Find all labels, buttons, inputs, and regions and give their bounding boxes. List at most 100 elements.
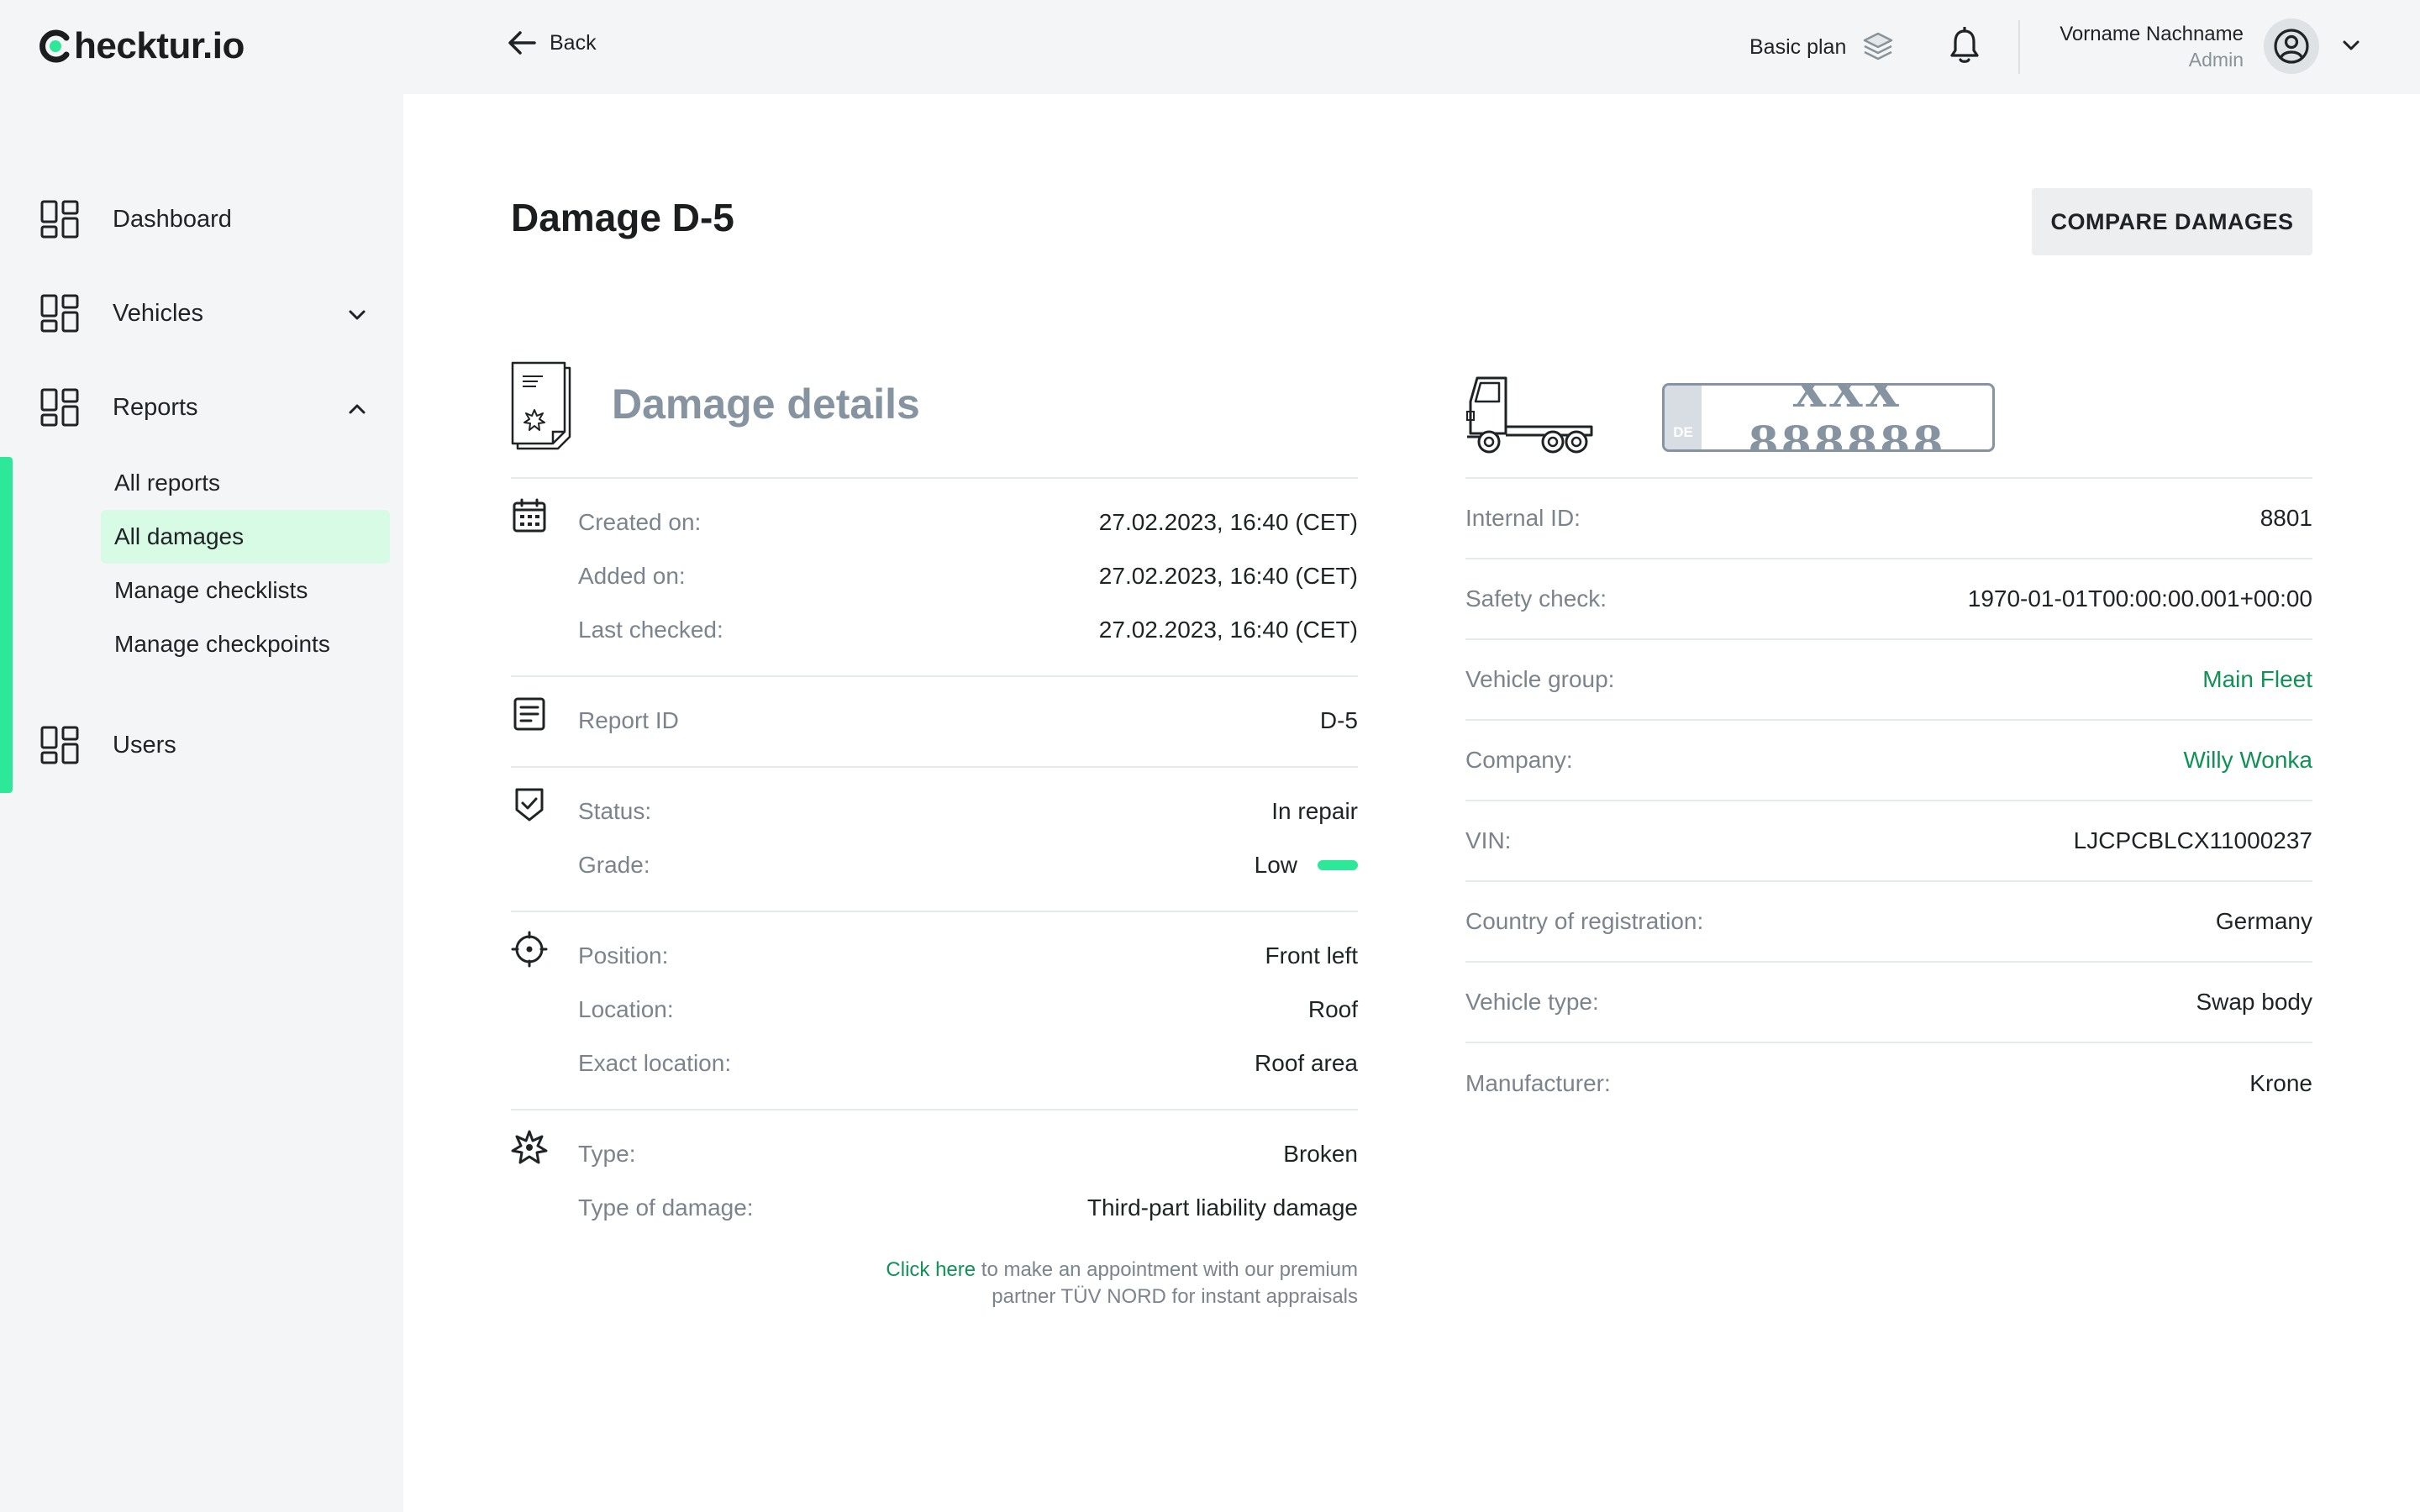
vehicles-expand-toggle[interactable] — [346, 304, 368, 326]
damage-type-value: Third-part liability damage — [1086, 1194, 1358, 1221]
country-value: Germany — [2215, 908, 2312, 934]
internal-id-row: Internal ID: 8801 — [1465, 479, 2312, 559]
report-id-row: Report ID D-5 — [511, 694, 1358, 748]
logo-text: hecktur.io — [74, 25, 245, 66]
grade-label: Grade: — [578, 852, 650, 878]
added-on-label: Added on: — [578, 563, 686, 589]
status-value: In repair — [1271, 798, 1358, 824]
sidebar-subitem-label: All damages — [114, 523, 245, 549]
top-bar: hecktur.io Back Basic plan Vorname Nachn… — [0, 0, 2420, 94]
last-checked-row: Last checked: 27.02.2023, 16:40 (CET) — [511, 603, 1358, 657]
position-label: Position: — [578, 942, 669, 969]
appointment-link[interactable]: Click here — [886, 1258, 976, 1281]
user-name: Vorname Nachname — [2060, 23, 2244, 45]
sidebar: Dashboard Vehicles Reports All reports A… — [0, 94, 403, 1512]
added-on-row: Added on: 27.02.2023, 16:40 (CET) — [511, 549, 1358, 603]
created-on-row: Created on: 27.02.2023, 16:40 (CET) — [511, 496, 1358, 549]
vehicle-header: DE XXX 888888 — [1465, 346, 2312, 479]
location-value: Roof — [1307, 996, 1358, 1022]
user-menu-chevron[interactable] — [2341, 35, 2361, 55]
bell-icon — [1950, 26, 1979, 63]
sidebar-subitem-manage-checkpoints[interactable]: Manage checkpoints — [101, 617, 390, 671]
grid-icon — [40, 294, 79, 333]
back-label: Back — [550, 30, 597, 55]
sidebar-item-vehicles[interactable]: Vehicles — [40, 294, 203, 333]
damage-details-header: Damage details — [511, 346, 1358, 479]
sidebar-subitem-all-damages[interactable]: All damages — [101, 510, 390, 564]
plan-indicator[interactable]: Basic plan — [1749, 30, 1895, 64]
sidebar-item-users[interactable]: Users — [40, 726, 176, 764]
shield-check-icon — [515, 788, 544, 822]
sidebar-subitem-label: All reports — [114, 470, 221, 496]
logo-mark-icon — [39, 29, 72, 63]
checktur-logo[interactable]: hecktur.io — [39, 25, 245, 67]
compare-damages-button[interactable]: COMPARE DAMAGES — [2032, 188, 2312, 255]
note-text-line2: partner TÜV NORD for instant appraisals — [992, 1285, 1358, 1308]
sidebar-item-label: Dashboard — [113, 205, 232, 233]
notifications-button[interactable] — [1948, 26, 1981, 66]
chevron-up-icon — [349, 404, 366, 414]
location-row: Location: Roof — [511, 983, 1358, 1037]
manufacturer-label: Manufacturer: — [1465, 1070, 1611, 1096]
damage-burst-icon — [511, 1130, 548, 1164]
created-on-label: Created on: — [578, 509, 702, 535]
sidebar-subitem-manage-checklists[interactable]: Manage checklists — [101, 564, 390, 617]
crosshair-icon — [511, 931, 548, 968]
vehicle-group-label: Vehicle group: — [1465, 666, 1615, 692]
vehicle-type-value: Swap body — [2196, 989, 2312, 1015]
safety-check-label: Safety check: — [1465, 585, 1607, 612]
grade-value-wrap: Low — [1255, 852, 1358, 879]
grade-value: Low — [1254, 852, 1297, 878]
sidebar-subitem-label: Manage checkpoints — [114, 631, 330, 657]
report-group: Report ID D-5 — [511, 677, 1358, 768]
type-group: Type: Broken Type of damage: Third-part … — [511, 1110, 1358, 1329]
main-content: Damage D-5 COMPARE DAMAGES Damage detail… — [403, 94, 2420, 1512]
status-row: Status: In repair — [511, 785, 1358, 838]
country-label: Country of registration: — [1465, 908, 1704, 934]
internal-id-value: 8801 — [2260, 505, 2312, 531]
header-divider — [2018, 20, 2020, 74]
exact-location-label: Exact location: — [578, 1050, 732, 1076]
grade-row: Grade: Low — [511, 838, 1358, 892]
sidebar-subitem-label: Manage checklists — [114, 577, 308, 603]
page-title: Damage D-5 — [511, 196, 734, 239]
layers-icon — [1864, 32, 1893, 60]
type-row: Type: Broken — [511, 1127, 1358, 1181]
user-info[interactable]: Vorname Nachname Admin — [2060, 22, 2244, 72]
user-circle-icon — [2274, 29, 2309, 64]
truck-icon — [1466, 376, 1593, 454]
manufacturer-value: Krone — [2249, 1070, 2312, 1096]
vehicle-type-row: Vehicle type: Swap body — [1465, 963, 2312, 1043]
avatar[interactable] — [2264, 18, 2319, 74]
company-label: Company: — [1465, 747, 1573, 773]
internal-id-label: Internal ID: — [1465, 505, 1581, 531]
exact-location-row: Exact location: Roof area — [511, 1037, 1358, 1090]
position-row: Position: Front left — [511, 929, 1358, 983]
safety-check-value: 1970-01-01T00:00:00.001+00:00 — [1967, 585, 2312, 612]
note-text-line1: to make an appointment with our premium — [976, 1258, 1358, 1281]
plate-country-code: DE — [1665, 386, 1702, 449]
back-button[interactable]: Back — [508, 30, 597, 55]
arrow-left-icon — [508, 31, 536, 55]
status-group: Status: In repair Grade: Low — [511, 768, 1358, 912]
sidebar-item-reports[interactable]: Reports — [40, 388, 198, 427]
country-row: Country of registration: Germany — [1465, 882, 2312, 963]
reports-collapse-toggle[interactable] — [346, 398, 368, 420]
sidebar-item-dashboard[interactable]: Dashboard — [40, 200, 232, 239]
license-plate: DE XXX 888888 — [1662, 383, 1995, 452]
plan-label: Basic plan — [1749, 34, 1847, 59]
status-label: Status: — [578, 798, 652, 824]
report-id-label: Report ID — [578, 707, 679, 733]
type-value: Broken — [1283, 1141, 1358, 1167]
company-link[interactable]: Willy Wonka — [2183, 747, 2312, 774]
sidebar-subitem-all-reports[interactable]: All reports — [101, 456, 390, 510]
grid-icon — [40, 726, 79, 764]
last-checked-label: Last checked: — [578, 617, 723, 643]
position-group: Position: Front left Location: Roof Exac… — [511, 912, 1358, 1110]
damage-details-title: Damage details — [612, 381, 920, 428]
vehicle-group-link[interactable]: Main Fleet — [2202, 666, 2312, 693]
damage-details-card: Damage details Created on: 27.02.2023, 1… — [511, 346, 1358, 1329]
safety-check-row: Safety check: 1970-01-01T00:00:00.001+00… — [1465, 559, 2312, 640]
calendar-icon — [513, 498, 546, 533]
chevron-down-icon — [349, 310, 366, 320]
